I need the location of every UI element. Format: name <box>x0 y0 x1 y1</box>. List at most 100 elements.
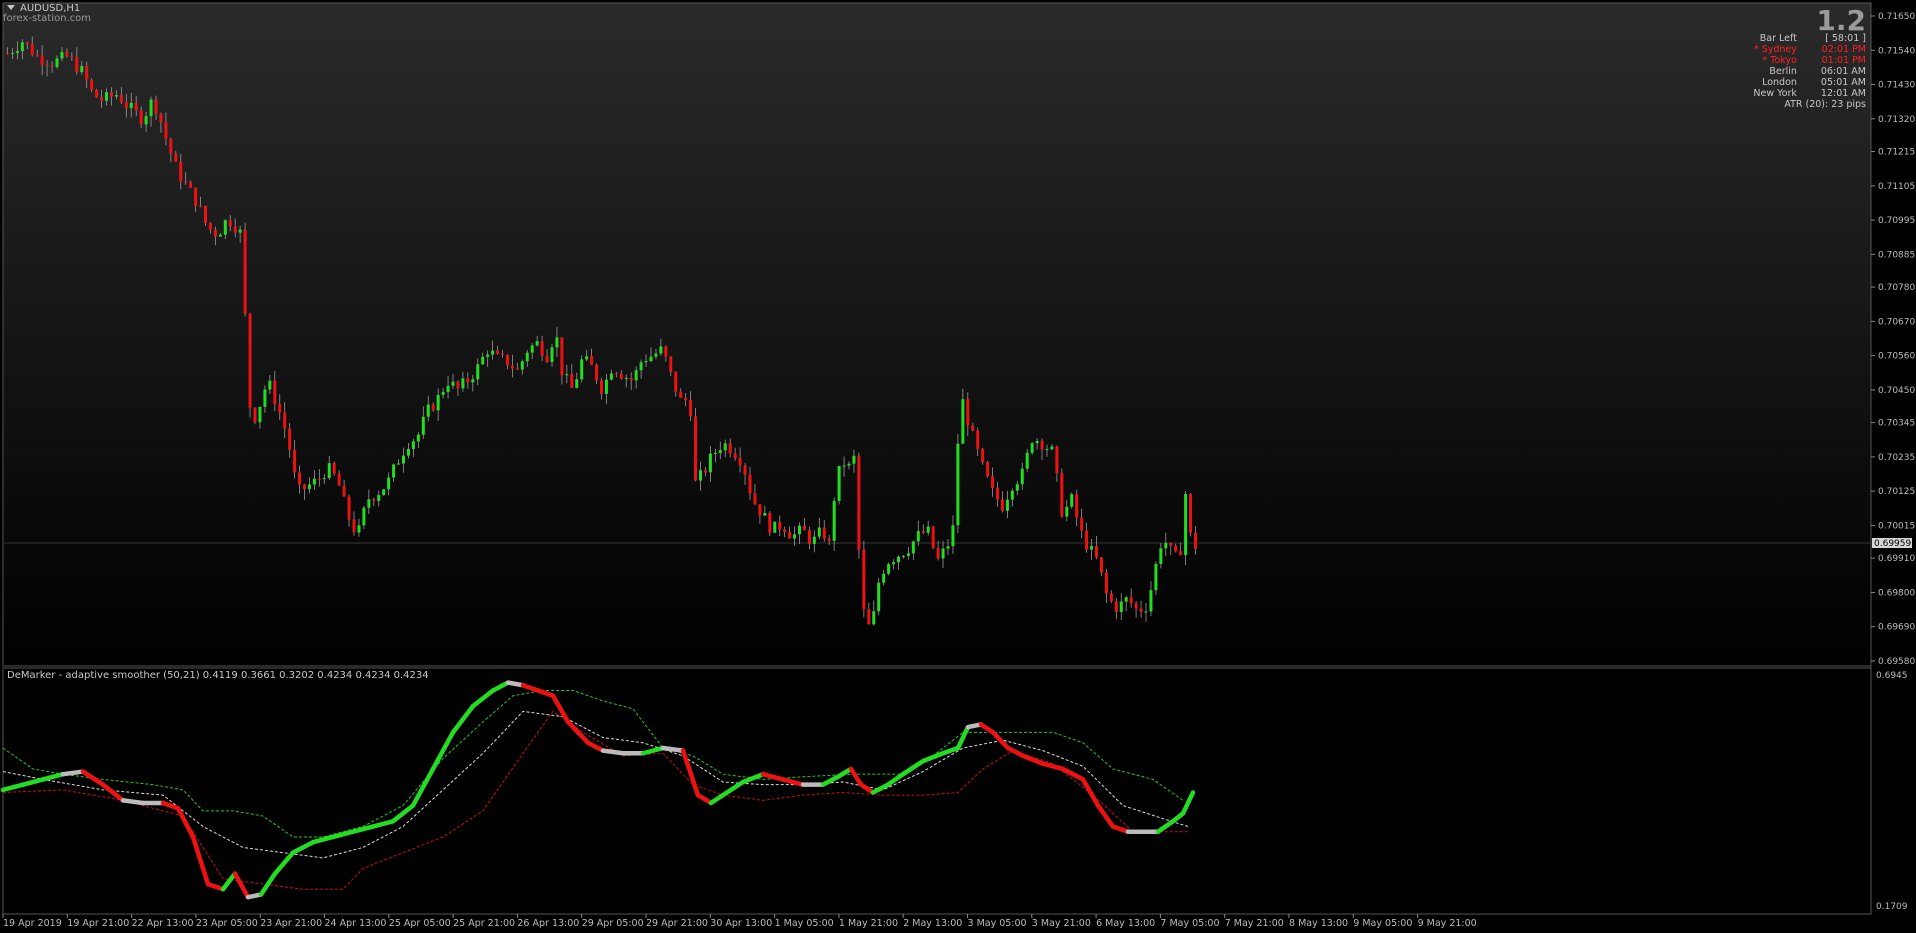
candle-body <box>50 65 54 67</box>
candle-body <box>238 229 242 233</box>
candle-body <box>906 553 910 556</box>
candle-body <box>743 465 747 475</box>
time-tick-label: 6 May 13:00 <box>1096 918 1155 929</box>
price-tick-label: 0.71320 <box>1878 115 1915 125</box>
info-label: London <box>1762 77 1797 88</box>
candle-body <box>402 455 405 464</box>
candle-body <box>322 478 326 480</box>
candle-body <box>530 345 534 353</box>
candle-body <box>733 453 737 459</box>
chart-canvas[interactable]: 0.71650 0.71540 0.71430 0.71320 0.71215 0.711… <box>0 0 1916 933</box>
candle-body <box>253 407 257 423</box>
atr-label: ATR (20): 23 pips <box>1784 99 1866 110</box>
candle-body <box>1000 499 1004 511</box>
candle-body <box>664 346 668 357</box>
candle-body <box>639 362 643 371</box>
candle-body <box>60 52 64 59</box>
candle-body <box>307 484 311 490</box>
indicator-scale-top: 0.6945 <box>1876 671 1908 681</box>
price-tick-label: 0.70450 <box>1878 386 1915 396</box>
candle-body <box>1099 557 1103 573</box>
indicator-pane[interactable] <box>2 667 1872 915</box>
candle-body <box>208 222 212 230</box>
candle-body <box>441 391 445 395</box>
price-tick-label: 0.69910 <box>1878 554 1915 564</box>
candle-body <box>496 350 500 354</box>
info-row: New York 12:01 AM <box>1743 88 1866 99</box>
candle-body <box>1124 597 1128 602</box>
candle-body <box>189 182 193 188</box>
candle-body <box>406 448 410 456</box>
candle-body <box>1040 440 1044 450</box>
candle-body <box>832 500 836 541</box>
candle-body <box>194 187 198 206</box>
candle-body <box>10 52 14 54</box>
candle-body <box>901 555 905 557</box>
candle-body <box>798 525 801 535</box>
info-value: 05:01 AM <box>1820 77 1866 88</box>
candle-body <box>575 379 579 388</box>
candle-body <box>694 416 698 481</box>
candle-body <box>758 504 762 516</box>
candle-body <box>263 389 267 407</box>
candle-body <box>718 450 722 453</box>
candle-body <box>298 472 302 485</box>
candle-body <box>738 458 742 466</box>
info-row: * Tokyo 01:01 PM <box>1743 55 1866 66</box>
candle-body <box>100 97 104 101</box>
candle-body <box>976 430 980 449</box>
candle-body <box>911 541 915 554</box>
candle-body <box>565 374 569 376</box>
demarker-main-segment <box>600 748 626 756</box>
time-tick-label: 24 Apr 13:00 <box>325 918 387 929</box>
candle-body <box>515 368 519 370</box>
candle-body <box>416 434 420 442</box>
candle-body <box>659 346 663 354</box>
candle-body <box>996 487 999 500</box>
price-pane[interactable] <box>2 2 1872 667</box>
demarker-main-segment <box>60 769 86 777</box>
candle-body <box>817 527 821 537</box>
time-tick-label: 19 Apr 21:00 <box>67 918 129 929</box>
candle-body <box>590 356 594 365</box>
price-tick-label: 0.70670 <box>1878 317 1915 327</box>
candle-body <box>278 404 282 413</box>
candle-body <box>505 354 509 366</box>
candle-body <box>501 353 504 355</box>
candle-body <box>847 463 851 466</box>
candle-body <box>15 51 19 53</box>
candle-body <box>372 499 376 501</box>
price-tick-label: 0.70015 <box>1878 521 1915 531</box>
candle-body <box>1129 597 1133 604</box>
price-tick-label: 0.71430 <box>1878 81 1915 91</box>
time-tick-label: 3 May 21:00 <box>1032 918 1091 929</box>
candle-body <box>456 381 460 389</box>
candle-body <box>362 507 366 526</box>
candle-body <box>90 79 94 90</box>
candle-body <box>486 354 490 357</box>
candle-body <box>926 526 930 533</box>
candle-body <box>75 57 79 73</box>
candle-body <box>1020 468 1024 485</box>
info-row: Bar Left [ 58:01 ] <box>1743 33 1866 44</box>
candle-body <box>971 425 975 431</box>
candle-body <box>20 42 24 52</box>
collapse-triangle-icon[interactable] <box>7 5 15 10</box>
candle-body <box>887 564 891 574</box>
candle-body <box>1045 449 1049 451</box>
candle-body <box>342 485 346 497</box>
candle-body <box>644 361 648 363</box>
info-label: Berlin <box>1769 66 1797 77</box>
candle-body <box>228 220 232 227</box>
candle-body <box>1119 601 1123 612</box>
info-row: * Sydney 02:01 PM <box>1743 44 1866 55</box>
candle-body <box>40 55 44 65</box>
time-tick-label: 30 Apr 13:00 <box>710 918 772 929</box>
candle-body <box>1030 443 1034 453</box>
candle-body <box>763 513 767 516</box>
candle-body <box>70 56 74 58</box>
info-value: 01:01 PM <box>1821 55 1866 66</box>
candle-body <box>114 95 118 97</box>
indicator-scale-bottom: 0.1709 <box>1876 902 1908 912</box>
candle-body <box>382 489 386 496</box>
